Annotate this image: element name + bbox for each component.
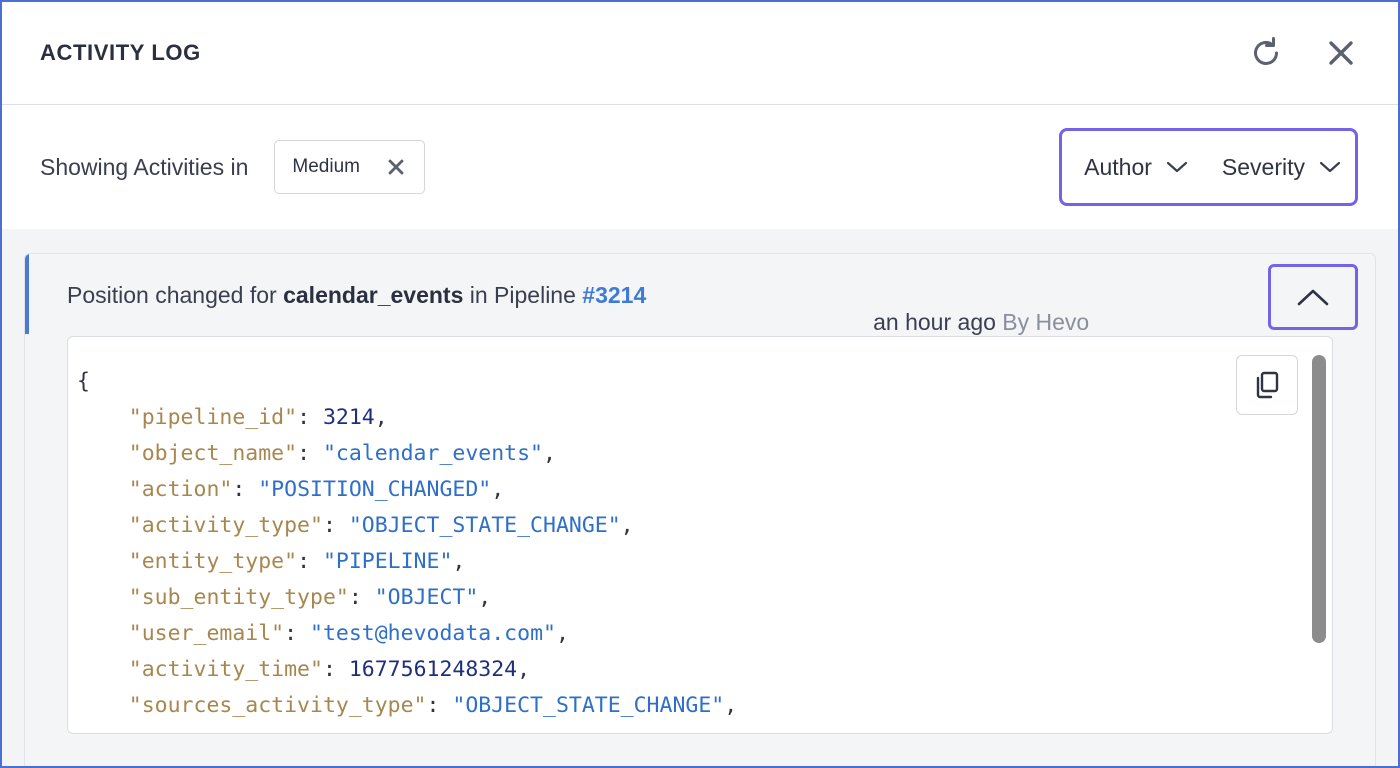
json-value: 1677561248324 xyxy=(348,657,518,682)
json-key: "action" xyxy=(128,477,233,502)
json-value: "test@hevodata.com" xyxy=(310,621,556,646)
severity-dropdown[interactable]: Severity xyxy=(1222,154,1341,181)
header-actions xyxy=(1248,35,1354,71)
object-name: calendar_events xyxy=(283,282,464,308)
activity-author: By Hevo xyxy=(1002,309,1090,335)
json-key: "object_name" xyxy=(128,441,298,466)
json-punct: , xyxy=(724,693,738,718)
activity-summary: Position changed for calendar_events in … xyxy=(67,282,646,309)
json-punct: , xyxy=(555,621,569,646)
json-punct: , xyxy=(452,549,466,574)
json-line: "pipeline_id": 3214, xyxy=(128,405,388,430)
json-line: "user_email": "test@hevodata.com", xyxy=(128,621,569,646)
copy-button[interactable] xyxy=(1236,355,1298,415)
pipeline-link[interactable]: #3214 xyxy=(582,282,646,309)
collapse-button[interactable] xyxy=(1268,264,1358,330)
card-accent-bar xyxy=(25,254,29,334)
json-punct: , xyxy=(517,657,531,682)
json-line: "object_name": "calendar_events", xyxy=(128,441,556,466)
author-dropdown-label: Author xyxy=(1084,153,1152,180)
json-key: "user_email" xyxy=(128,621,285,646)
json-line: "action": "POSITION_CHANGED", xyxy=(128,477,505,502)
chevron-up-icon xyxy=(1297,289,1329,306)
summary-prefix: Position changed for xyxy=(67,282,284,308)
chevron-down-icon xyxy=(1166,161,1188,173)
json-key: "activity_time" xyxy=(128,657,323,682)
activity-time: an hour ago xyxy=(873,309,996,335)
json-value: "OBJECT_STATE_CHANGE" xyxy=(452,693,725,718)
close-button[interactable] xyxy=(1328,40,1354,66)
close-icon xyxy=(388,159,404,175)
filter-dropdowns: Author Severity xyxy=(1059,128,1358,206)
json-key: "sources_activity_type" xyxy=(128,693,427,718)
json-line: "activity_time": 1677561248324, xyxy=(128,657,531,682)
json-punct: , xyxy=(478,585,492,610)
scrollbar-thumb[interactable] xyxy=(1312,355,1326,643)
json-content: { "pipeline_id": 3214, "object_name": "c… xyxy=(68,337,1332,724)
chevron-down-icon xyxy=(1319,161,1341,173)
json-viewer: { "pipeline_id": 3214, "object_name": "c… xyxy=(67,336,1333,734)
json-line: "sub_entity_type": "OBJECT", xyxy=(128,585,492,610)
remove-filter-button[interactable] xyxy=(388,159,404,175)
json-key: "entity_type" xyxy=(128,549,298,574)
json-line: "entity_type": "PIPELINE", xyxy=(128,549,466,574)
severity-dropdown-label: Severity xyxy=(1221,153,1305,180)
json-line: { xyxy=(77,369,90,394)
json-punct: , xyxy=(491,477,505,502)
copy-icon xyxy=(1256,371,1279,399)
json-punct: , xyxy=(620,513,634,538)
activity-list: Position changed for calendar_events in … xyxy=(2,229,1398,766)
activity-card: Position changed for calendar_events in … xyxy=(24,253,1376,766)
json-key: "sub_entity_type" xyxy=(128,585,349,610)
filter-chip-label: Medium xyxy=(292,156,360,177)
json-value: "POSITION_CHANGED" xyxy=(258,477,492,502)
refresh-button[interactable] xyxy=(1248,35,1284,71)
json-value: "OBJECT_STATE_CHANGE" xyxy=(348,513,621,538)
json-value: "calendar_events" xyxy=(322,441,544,466)
json-punct: , xyxy=(543,441,556,466)
panel-header: ACTIVITY LOG xyxy=(2,2,1398,105)
json-brace: { xyxy=(77,369,90,394)
json-value: "PIPELINE" xyxy=(322,549,453,574)
summary-middle: in Pipeline xyxy=(463,282,583,308)
json-line: "activity_type": "OBJECT_STATE_CHANGE", xyxy=(128,513,634,538)
activity-log-panel: ACTIVITY LOG Showing Activities in Mediu… xyxy=(0,0,1400,768)
author-dropdown[interactable]: Author xyxy=(1084,154,1188,181)
page-title: ACTIVITY LOG xyxy=(40,40,201,65)
json-value: 3214 xyxy=(322,405,375,430)
filter-chip-medium: Medium xyxy=(274,140,425,194)
active-filters: Showing Activities in Medium xyxy=(40,140,425,194)
refresh-icon xyxy=(1254,37,1278,65)
json-value: "OBJECT" xyxy=(374,585,479,610)
showing-label: Showing Activities in xyxy=(40,153,249,180)
json-line: "sources_activity_type": "OBJECT_STATE_C… xyxy=(128,693,738,718)
filter-bar: Showing Activities in Medium Author Seve… xyxy=(2,105,1398,229)
json-punct: , xyxy=(374,405,388,430)
json-key: "pipeline_id" xyxy=(128,405,298,430)
json-key: "activity_type" xyxy=(128,513,323,538)
close-icon xyxy=(1329,41,1353,65)
